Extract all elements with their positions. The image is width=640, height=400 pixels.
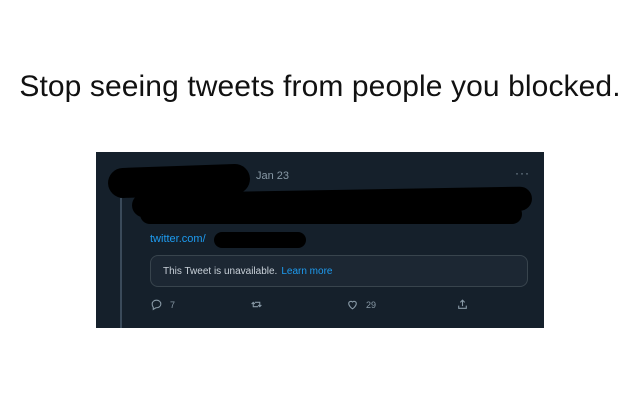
more-options-icon[interactable]: ··· — [515, 166, 530, 180]
retweet-button[interactable] — [250, 298, 270, 311]
unavailable-quote-box: This Tweet is unavailable. Learn more — [150, 255, 528, 287]
like-button[interactable]: 29 — [346, 298, 376, 311]
tweet-date: Jan 23 — [256, 170, 290, 182]
unavailable-notice: This Tweet is unavailable. — [163, 265, 278, 277]
redaction-scribble — [140, 204, 522, 224]
like-count: 29 — [366, 299, 377, 310]
reply-icon — [151, 299, 162, 311]
learn-more-link[interactable]: Learn more — [281, 266, 332, 277]
retweet-icon — [251, 301, 262, 308]
share-button[interactable] — [456, 298, 476, 311]
redaction-scribble — [214, 232, 306, 248]
share-icon — [458, 299, 467, 309]
thread-line — [120, 198, 122, 328]
headline: Stop seeing tweets from people you block… — [19, 70, 621, 103]
tweet-link[interactable]: twitter.com/ — [150, 233, 206, 245]
reply-count: 7 — [170, 299, 176, 310]
heart-icon — [348, 300, 357, 310]
page: Stop seeing tweets from people you block… — [0, 0, 640, 400]
reply-button[interactable]: 7 — [150, 298, 175, 311]
tweet-actions: 7 29 — [150, 298, 480, 316]
tweet-screenshot: Jan 23 ··· twitter.com/ This Tweet is un… — [96, 152, 544, 328]
